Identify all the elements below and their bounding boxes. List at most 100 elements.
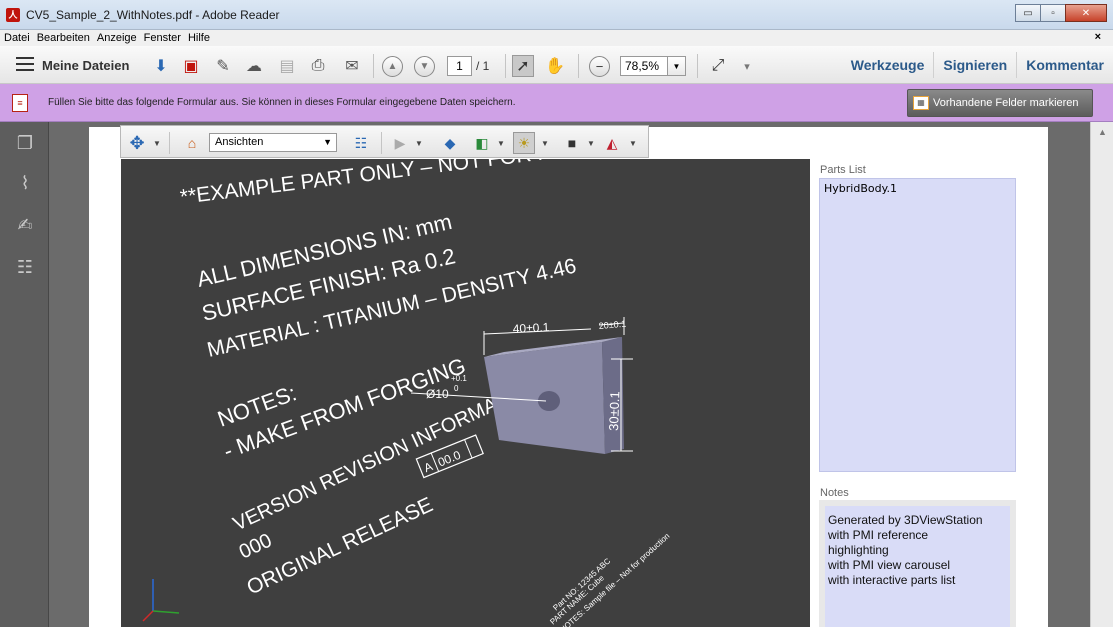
viewer3d-toolbar: ✥ ▼ ⌂ Ansichten ▼ ☷ ▶ ▼ ◆ ◧ ▼ ☀ ▼ ■ ▼ ◭ … bbox=[120, 125, 649, 158]
navigation-pane: ❐ ⌇ ✍ ☷ bbox=[0, 122, 49, 627]
rotate-dropdown-icon[interactable]: ▼ bbox=[153, 139, 161, 148]
drawing-canvas: **EXAMPLE PART ONLY – NOT FOR PRODUCTION… bbox=[142, 159, 695, 627]
attachments-icon[interactable]: ⌇ bbox=[14, 172, 36, 194]
lighting-icon[interactable]: ☀ bbox=[513, 132, 535, 154]
previous-page-icon[interactable]: ▲ bbox=[382, 56, 403, 77]
signatures-icon[interactable]: ✍ bbox=[14, 214, 36, 236]
convert-pdf-icon[interactable]: ▣ bbox=[180, 55, 202, 77]
close-document-button[interactable]: × bbox=[1095, 31, 1101, 43]
save-icon[interactable]: ▤ bbox=[276, 55, 298, 77]
right-panel-tabs: Werkzeuge Signieren Kommentar bbox=[842, 52, 1113, 78]
customize-toolbar-icon[interactable]: ▾ bbox=[736, 55, 758, 77]
close-window-button[interactable]: ✕ bbox=[1065, 4, 1107, 22]
dim-depth: 20±0.1 bbox=[598, 319, 626, 331]
projection-icon[interactable]: ◆ bbox=[439, 132, 461, 154]
hand-tool-icon[interactable]: ✋ bbox=[544, 55, 566, 77]
zoom-out-icon[interactable]: − bbox=[589, 56, 610, 77]
menu-bar: Datei Bearbeiten Anzeige Fenster Hilfe × bbox=[0, 30, 1113, 46]
title-block-notes: NOTES: Sample file – Not for production bbox=[558, 531, 671, 627]
toolbar-separator bbox=[373, 54, 374, 78]
axis-triad bbox=[142, 579, 180, 622]
home-view-icon[interactable]: ⌂ bbox=[181, 132, 203, 154]
tab-werkzeuge[interactable]: Werkzeuge bbox=[842, 52, 934, 78]
zoom-input[interactable]: 78,5% bbox=[620, 56, 668, 76]
parts-list[interactable]: HybridBody.1 bbox=[819, 178, 1016, 472]
dim-hole-tol-lower: 0 bbox=[454, 384, 459, 393]
rev-box-letter: A bbox=[422, 459, 435, 475]
dim-width: 40±0.1 bbox=[512, 320, 550, 336]
menu-anzeige[interactable]: Anzeige bbox=[97, 32, 137, 44]
rotate-tool-icon[interactable]: ✥ bbox=[126, 132, 148, 154]
notes-line: with interactive parts list bbox=[828, 573, 956, 587]
toolbar-separator bbox=[169, 132, 170, 154]
adobe-reader-icon: 人 bbox=[6, 8, 20, 22]
animation-dropdown-icon[interactable]: ▼ bbox=[415, 139, 423, 148]
toolbar-separator bbox=[505, 54, 506, 78]
toolbar-separator bbox=[578, 54, 579, 78]
lighting-dropdown-icon[interactable]: ▼ bbox=[541, 139, 549, 148]
views-label: Ansichten bbox=[215, 136, 264, 148]
tab-kommentar[interactable]: Kommentar bbox=[1016, 52, 1113, 78]
select-cursor-icon[interactable]: ➚ bbox=[512, 55, 534, 77]
edit-icon[interactable]: ✎ bbox=[212, 55, 234, 77]
form-notification-bar: ≡ Füllen Sie bitte das folgende Formular… bbox=[0, 84, 1113, 122]
page-thumbnails-icon[interactable]: ❐ bbox=[14, 132, 36, 154]
tab-signieren[interactable]: Signieren bbox=[933, 52, 1016, 78]
next-page-icon[interactable]: ▼ bbox=[414, 56, 435, 77]
notes-line: with PMI reference bbox=[828, 528, 929, 542]
notes-line: Generated by 3DViewStation bbox=[828, 513, 983, 527]
views-dropdown[interactable]: Ansichten ▼ bbox=[209, 133, 337, 152]
play-animation-icon[interactable]: ▶ bbox=[389, 132, 411, 154]
model-tree-icon[interactable]: ☷ bbox=[14, 256, 36, 278]
notes-field[interactable]: Generated by 3DViewStation with PMI refe… bbox=[825, 506, 1010, 627]
toolbar-separator bbox=[381, 132, 382, 154]
form-icon: ≡ bbox=[12, 94, 28, 112]
render-mode-dropdown-icon[interactable]: ▼ bbox=[497, 139, 505, 148]
maximize-button[interactable]: ▫ bbox=[1040, 4, 1066, 22]
parts-list-label: Parts List bbox=[820, 164, 866, 176]
cross-section-icon[interactable]: ◭ bbox=[601, 132, 623, 154]
minimize-button[interactable]: ▭ bbox=[1015, 4, 1041, 22]
dim-hole: Ø10 bbox=[426, 387, 449, 401]
render-mode-icon[interactable]: ◧ bbox=[471, 132, 493, 154]
my-files-button[interactable]: Meine Dateien bbox=[42, 58, 129, 73]
page-total: / 1 bbox=[476, 59, 490, 73]
vertical-scrollbar[interactable]: ▲ bbox=[1090, 122, 1113, 627]
title-bar: 人 CV5_Sample_2_WithNotes.pdf - Adobe Rea… bbox=[0, 0, 1113, 30]
highlight-fields-label: Vorhandene Felder markieren bbox=[933, 97, 1079, 109]
email-icon[interactable]: ✉ bbox=[341, 55, 363, 77]
views-dropdown-arrow-icon: ▼ bbox=[323, 137, 332, 147]
background-dropdown-icon[interactable]: ▼ bbox=[587, 139, 595, 148]
drawing-note-revision: 000 bbox=[236, 529, 276, 563]
upload-cloud-icon[interactable]: ☁ bbox=[243, 55, 265, 77]
main-toolbar: Meine Dateien ⬇ ▣ ✎ ☁ ▤ ⎙ ✉ ▲ ▼ 1 / 1 ➚ … bbox=[0, 46, 1113, 84]
print-icon[interactable]: ⎙ bbox=[307, 55, 329, 77]
menu-hilfe[interactable]: Hilfe bbox=[188, 32, 210, 44]
title-block-part-no: Part NO: 12345 ABC bbox=[551, 556, 612, 612]
dim-height: 30±0.1 bbox=[606, 391, 622, 431]
notes-line: with PMI view carousel bbox=[828, 558, 951, 572]
menu-fenster[interactable]: Fenster bbox=[144, 32, 181, 44]
menu-datei[interactable]: Datei bbox=[4, 32, 30, 44]
fit-page-icon[interactable]: ⤢ bbox=[707, 55, 729, 77]
list-item[interactable]: HybridBody.1 bbox=[824, 182, 897, 195]
window-controls: ▭ ▫ ✕ bbox=[1015, 4, 1107, 22]
highlight-fields-button[interactable]: ▦ Vorhandene Felder markieren bbox=[907, 89, 1093, 117]
viewer3d-canvas[interactable]: **EXAMPLE PART ONLY – NOT FOR PRODUCTION… bbox=[121, 159, 810, 627]
cross-section-dropdown-icon[interactable]: ▼ bbox=[629, 139, 637, 148]
background-color-icon[interactable]: ■ bbox=[561, 132, 583, 154]
page-number-input[interactable]: 1 bbox=[447, 56, 472, 76]
notes-line: highlighting bbox=[828, 543, 889, 557]
highlight-fields-icon: ▦ bbox=[913, 96, 929, 110]
dim-hole-tol-upper: +0.1 bbox=[451, 374, 467, 383]
menu-bearbeiten[interactable]: Bearbeiten bbox=[37, 32, 90, 44]
scroll-up-icon[interactable]: ▲ bbox=[1098, 127, 1107, 137]
toolbar-separator bbox=[697, 54, 698, 78]
drawing-note-example: **EXAMPLE PART ONLY – NOT FOR PRODUCTION… bbox=[179, 159, 695, 209]
form-message: Füllen Sie bitte das folgende Formular a… bbox=[48, 97, 516, 108]
model-tree-toggle-icon[interactable]: ☷ bbox=[350, 132, 372, 154]
notes-label: Notes bbox=[820, 487, 849, 499]
create-pdf-icon[interactable]: ⬇ bbox=[150, 55, 172, 77]
zoom-dropdown-arrow-icon[interactable]: ▼ bbox=[667, 56, 686, 76]
hamburger-menu-icon[interactable] bbox=[16, 57, 34, 71]
